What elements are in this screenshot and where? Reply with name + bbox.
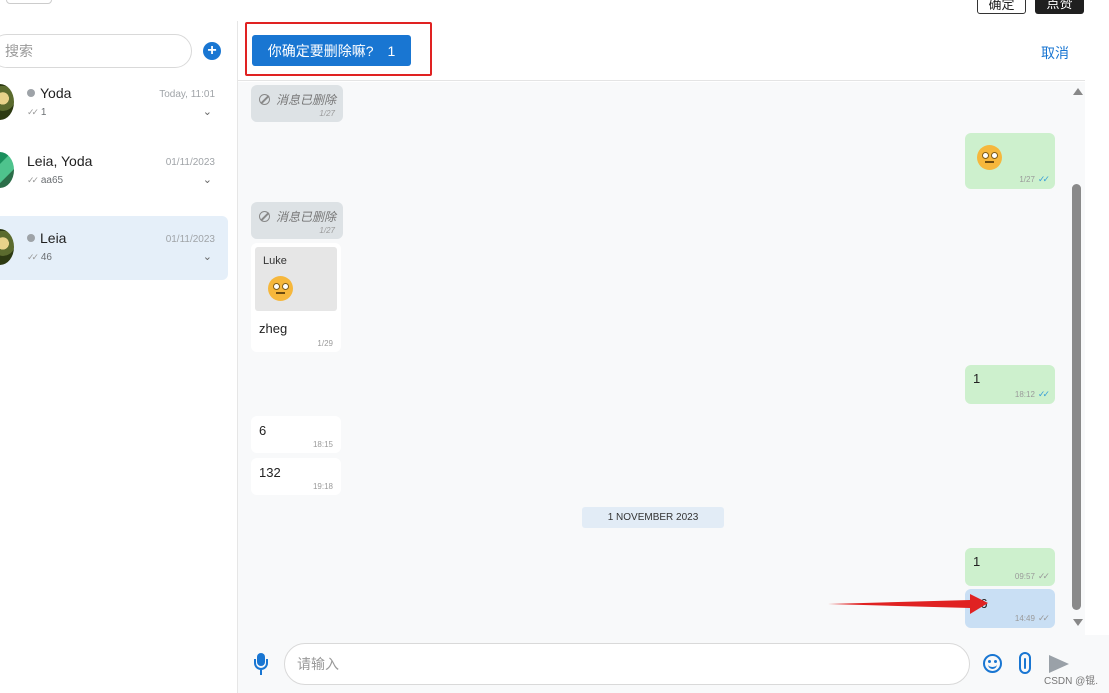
message-incoming[interactable]: 132 19:18 <box>251 458 341 495</box>
double-check-icon: ✓✓ <box>1037 571 1050 581</box>
app-root: 确定 点赞 + Yoda Today, 11:01 ✓✓ 1 ⌄ Leia, Y… <box>0 0 1109 693</box>
room-title-text: Yoda <box>40 85 72 101</box>
message-outgoing[interactable]: 1 09:57 ✓✓ <box>965 548 1055 586</box>
messages-container[interactable]: 消息已删除 1/27 1/27 ✓✓ 消息已删除 1/27 Luke zheg 1… <box>238 82 1069 635</box>
double-check-icon: ✓✓ <box>27 107 39 117</box>
room-date: 01/11/2023 <box>165 234 215 245</box>
last-message-text: 46 <box>40 252 52 263</box>
neutral-face-emoji-icon <box>268 276 293 301</box>
room-title: Yoda <box>27 85 71 101</box>
avatar <box>0 84 14 120</box>
message-time: 1/27 <box>319 109 335 118</box>
message-text: 1 <box>973 554 981 569</box>
room-title-text: Leia <box>40 230 67 246</box>
room-date: 01/11/2023 <box>165 157 215 168</box>
status-dot <box>27 89 35 97</box>
room-title-text: Leia, Yoda <box>27 153 93 169</box>
avatar <box>0 152 14 188</box>
last-message-text: 1 <box>40 107 47 118</box>
room-last-message: ✓✓ 46 <box>27 252 52 263</box>
room-title: Leia, Yoda <box>27 153 92 169</box>
annotation-arrow <box>828 594 988 614</box>
paperclip-icon[interactable] <box>1019 652 1031 674</box>
rooms-sidebar: + Yoda Today, 11:01 ✓✓ 1 ⌄ Leia, Yoda 01… <box>0 21 238 693</box>
scroll-up-arrow-icon[interactable] <box>1073 88 1083 95</box>
message-text: 6 <box>259 423 267 438</box>
room-last-message: ✓✓ aa65 <box>27 175 63 186</box>
ban-icon <box>259 211 270 222</box>
search-input[interactable] <box>5 35 185 67</box>
send-icon[interactable] <box>1049 655 1069 673</box>
cancel-button[interactable]: 取消 <box>1041 43 1069 63</box>
message-text: 1 <box>973 371 981 386</box>
annotation-highlight-box <box>245 22 432 76</box>
status-dot <box>27 234 35 242</box>
reply-preview[interactable]: Luke <box>255 247 337 311</box>
message-time: 18:12 ✓✓ <box>1014 389 1050 399</box>
message-time: 18:15 <box>312 440 333 449</box>
double-check-icon: ✓✓ <box>1037 389 1050 399</box>
room-item-leia-yoda[interactable]: Leia, Yoda 01/11/2023 ✓✓ aa65 ⌄ <box>0 139 228 203</box>
double-check-icon: ✓✓ <box>1037 174 1050 184</box>
room-last-message: ✓✓ 1 <box>27 107 46 118</box>
chevron-down-icon[interactable]: ⌄ <box>203 173 212 186</box>
message-time: 1/29 <box>317 339 333 348</box>
confirm-button[interactable]: 确定 <box>977 0 1026 14</box>
scroll-thumb[interactable] <box>1072 184 1081 610</box>
emoji-icon[interactable] <box>983 654 1002 673</box>
search-box <box>0 34 192 68</box>
avatar <box>0 229 14 265</box>
top-left-button[interactable] <box>6 0 52 4</box>
message-time: 09:57 ✓✓ <box>1014 571 1050 581</box>
message-time: 1/27 ✓✓ <box>1019 174 1050 184</box>
message-deleted[interactable]: 消息已删除 1/27 <box>251 85 343 122</box>
message-deleted[interactable]: 消息已删除 1/27 <box>251 202 343 239</box>
plus-icon: + <box>207 42 217 59</box>
reply-author: Luke <box>263 255 287 267</box>
message-incoming[interactable]: 6 18:15 <box>251 416 341 453</box>
message-text: 132 <box>259 465 281 480</box>
message-footer <box>238 635 1109 693</box>
watermark: CSDN @锟. <box>1044 676 1099 687</box>
message-outgoing[interactable]: 1 18:12 ✓✓ <box>965 365 1055 404</box>
microphone-icon[interactable] <box>254 653 268 675</box>
room-item-leia[interactable]: Leia 01/11/2023 ✓✓ 46 ⌄ <box>0 216 228 280</box>
room-date: Today, 11:01 <box>159 89 215 100</box>
double-check-icon: ✓✓ <box>27 252 39 262</box>
message-time: 1/27 <box>319 226 335 235</box>
message-incoming-reply[interactable]: Luke zheg 1/29 <box>251 243 341 352</box>
chevron-down-icon[interactable]: ⌄ <box>203 250 212 263</box>
message-input[interactable] <box>297 644 947 684</box>
like-button[interactable]: 点赞 <box>1035 0 1084 14</box>
message-time: 19:18 <box>312 482 333 491</box>
add-room-button[interactable]: + <box>203 42 221 60</box>
message-input-box <box>284 643 970 685</box>
message-text: 消息已删除 <box>276 93 337 107</box>
message-text: zheg <box>259 321 288 336</box>
scroll-down-arrow-icon[interactable] <box>1073 619 1083 626</box>
room-item-yoda[interactable]: Yoda Today, 11:01 ✓✓ 1 ⌄ <box>0 71 228 135</box>
message-text: 消息已删除 <box>276 210 337 224</box>
messages-scrollbar[interactable] <box>1069 82 1085 635</box>
date-separator: 1 NOVEMBER 2023 <box>582 507 724 528</box>
neutral-face-emoji-icon <box>977 145 1002 170</box>
room-title: Leia <box>27 230 66 246</box>
double-check-icon: ✓✓ <box>1037 613 1050 623</box>
double-check-icon: ✓✓ <box>27 175 39 185</box>
ban-icon <box>259 94 270 105</box>
chevron-down-icon[interactable]: ⌄ <box>203 105 212 118</box>
message-outgoing[interactable]: 1/27 ✓✓ <box>965 133 1055 189</box>
last-message-text: aa65 <box>40 175 64 186</box>
message-time: 14:49 ✓✓ <box>1014 613 1050 623</box>
